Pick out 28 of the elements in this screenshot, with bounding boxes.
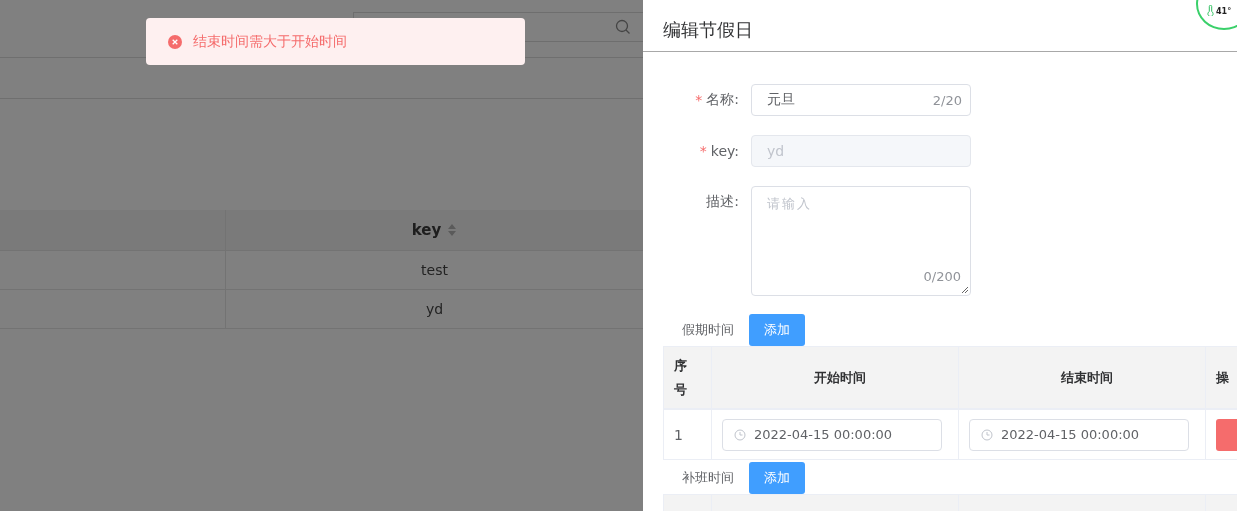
text-field[interactable]: 元旦 2/20 [751, 84, 971, 116]
column-header: 结束时间 [1061, 368, 1113, 387]
column-header: 操 [1216, 368, 1229, 387]
table-cell: test [421, 262, 448, 278]
table-cell: 1 [674, 426, 683, 443]
char-counter: 2/20 [932, 92, 962, 108]
field-value: 元旦 [767, 91, 795, 109]
field-label: 名称: [706, 91, 739, 109]
char-counter: 0/200 [923, 269, 961, 284]
required-mark: * [695, 92, 703, 108]
column-header: 序号 [674, 357, 688, 399]
add-button[interactable]: 添加 [749, 314, 805, 346]
column-header: 开始时间 [814, 368, 866, 387]
drawer-title: 编辑节假日 [663, 17, 753, 42]
section-label: 补班时间 [681, 469, 735, 487]
placeholder-text: 请输入 [767, 196, 812, 211]
field-label: key: [710, 143, 739, 159]
required-mark: * [699, 143, 707, 159]
field-label: 描述: [706, 193, 739, 211]
temperature-text: 41° [1216, 7, 1232, 16]
column-header[interactable]: key [411, 221, 442, 239]
add-button[interactable]: 添加 [749, 462, 805, 494]
toast-message: 结束时间需大于开始时间 [193, 32, 347, 51]
date-time-field[interactable]: 2022-04-15 00:00:00 [969, 418, 1189, 451]
textarea-field[interactable]: 请输入 0/200 [751, 186, 971, 296]
date-time-field[interactable]: 2022-04-15 00:00:00 [722, 418, 942, 451]
table-cell: yd [425, 301, 444, 317]
section-label: 假期时间 [681, 321, 735, 339]
